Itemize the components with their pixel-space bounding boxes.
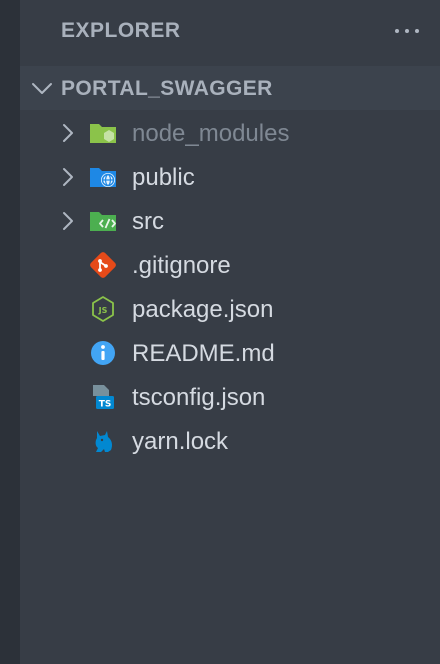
explorer-panel: EXPLORER PORTAL_SWAGGER node_modules pub…: [20, 0, 440, 664]
tree-item-label: public: [132, 164, 195, 191]
tree-item-src[interactable]: src: [20, 199, 440, 243]
public-folder-icon: [90, 168, 116, 187]
tree-item-label: node_modules: [132, 120, 290, 147]
node-folder-icon: [90, 124, 116, 143]
ellipsis-icon: [395, 29, 399, 33]
ellipsis-dot: [415, 29, 419, 33]
tree-item-package-json[interactable]: JS package.json: [20, 287, 440, 331]
project-name: PORTAL_SWAGGER: [61, 77, 273, 100]
tree-item-label: README.md: [132, 340, 275, 367]
more-actions-button[interactable]: [388, 14, 426, 48]
tree-item-tsconfig[interactable]: TS tsconfig.json: [20, 375, 440, 419]
explorer-header: EXPLORER: [20, 0, 440, 62]
tree-item-readme[interactable]: README.md: [20, 331, 440, 375]
yarn-icon: [95, 431, 112, 452]
ellipsis-dot: [405, 29, 409, 33]
activity-bar-edge: [0, 0, 20, 664]
chevron-right-icon: [63, 212, 73, 230]
info-icon: [91, 341, 115, 365]
src-folder-icon: [90, 212, 116, 231]
git-icon: [90, 252, 116, 278]
tree-item-yarn-lock[interactable]: yarn.lock: [20, 419, 440, 463]
tree-item-gitignore[interactable]: .gitignore: [20, 243, 440, 287]
chevron-right-icon: [63, 124, 73, 142]
tsconfig-icon: TS: [93, 385, 114, 410]
tree-item-public[interactable]: public: [20, 155, 440, 199]
file-tree: node_modules public src .gitignore JS pa…: [20, 111, 440, 463]
tree-item-label: .gitignore: [132, 252, 231, 279]
tree-item-label: src: [132, 208, 164, 235]
svg-text:TS: TS: [99, 400, 112, 410]
tree-item-label: tsconfig.json: [132, 384, 266, 411]
chevron-down-icon: [32, 83, 52, 94]
project-section-header[interactable]: PORTAL_SWAGGER: [20, 66, 440, 110]
nodejs-icon: JS: [92, 296, 114, 322]
tree-item-node-modules[interactable]: node_modules: [20, 111, 440, 155]
explorer-title: EXPLORER: [61, 19, 181, 42]
svg-text:JS: JS: [98, 306, 108, 315]
chevron-right-icon: [63, 168, 73, 186]
tree-item-label: yarn.lock: [132, 428, 229, 455]
tree-item-label: package.json: [132, 296, 274, 323]
